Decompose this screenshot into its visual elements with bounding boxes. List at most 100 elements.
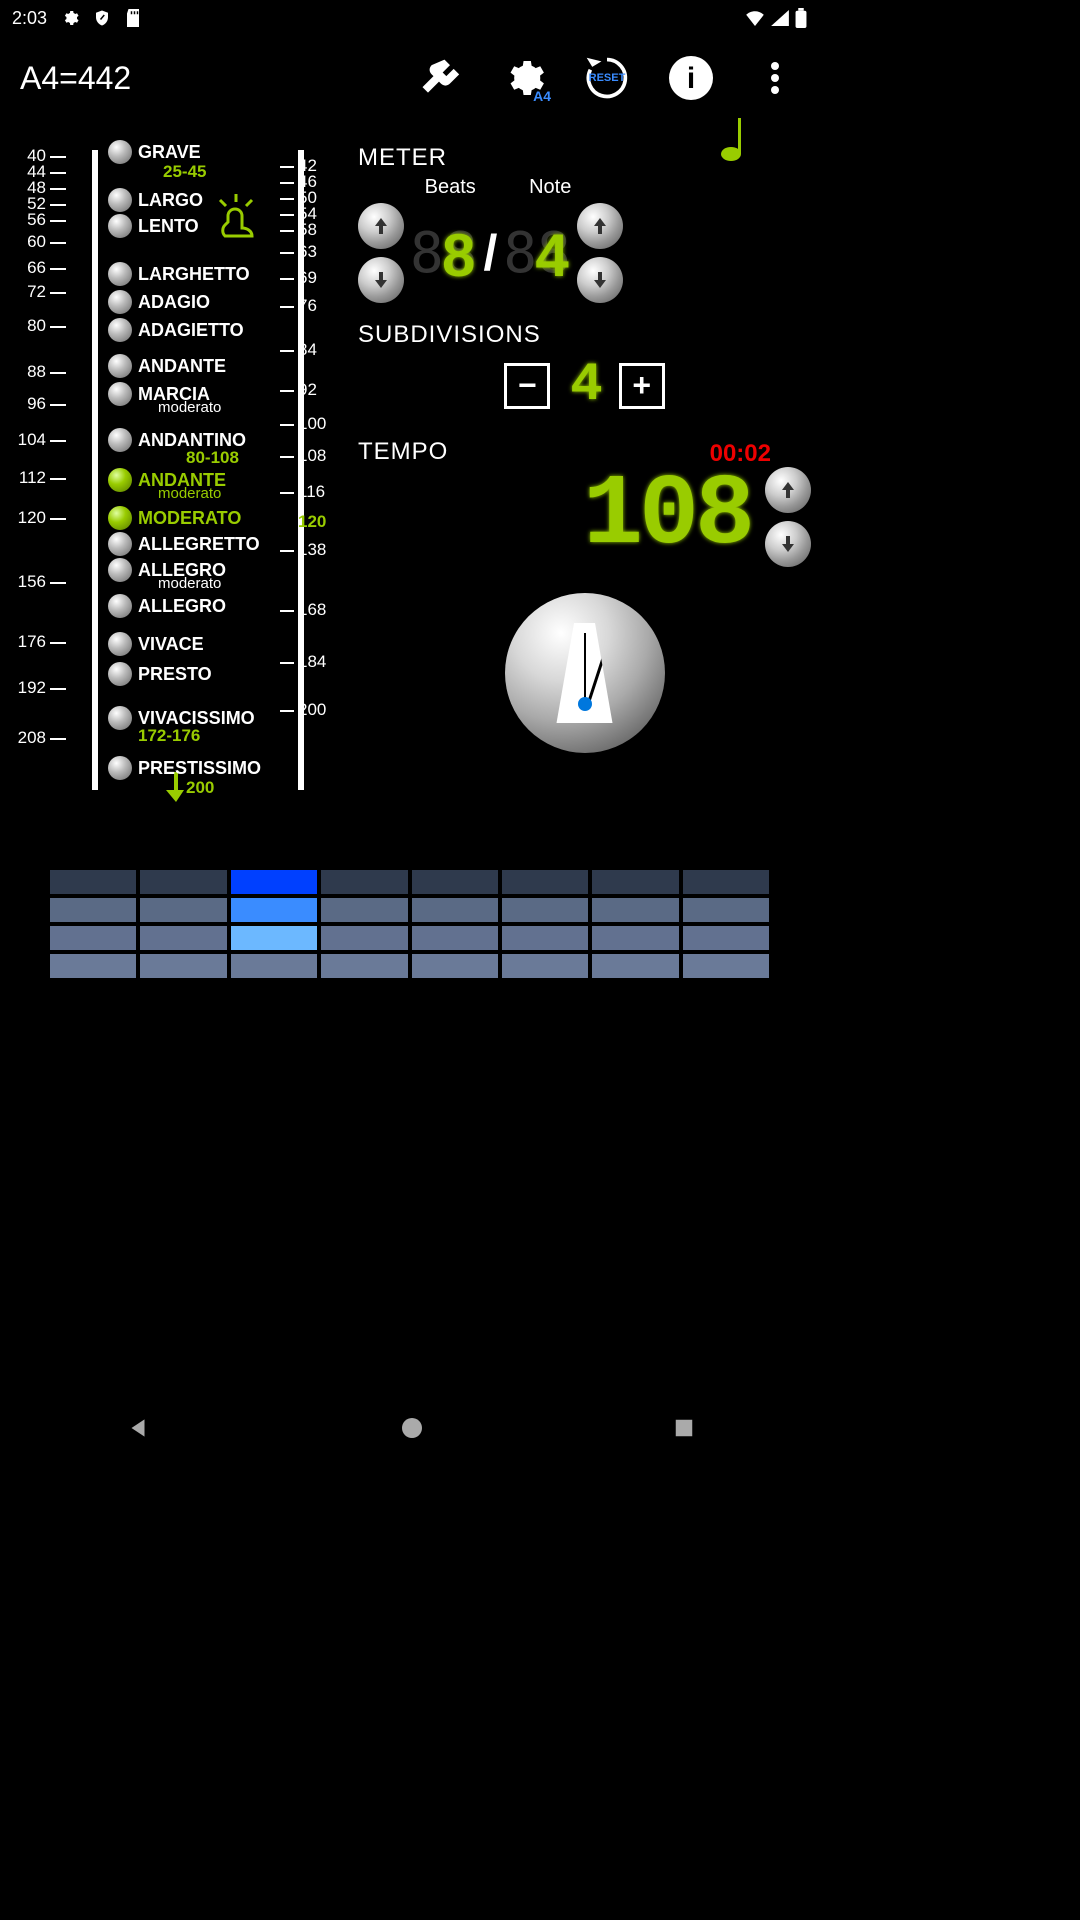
tempo-marking-larghetto[interactable]: LARGHETTO <box>108 262 250 286</box>
beat-cell[interactable] <box>321 926 407 950</box>
beat-cell[interactable] <box>231 870 317 894</box>
note-up-button[interactable] <box>577 203 623 249</box>
beat-cell[interactable] <box>50 898 136 922</box>
beat-cell[interactable] <box>502 954 588 978</box>
note-down-button[interactable] <box>577 257 623 303</box>
beat-cell[interactable] <box>412 898 498 922</box>
status-time: 2:03 <box>12 8 47 29</box>
tempo-label: ALLEGRO <box>138 596 226 617</box>
tempo-label: ALLEGRETTO <box>138 534 260 555</box>
beats-down-button[interactable] <box>358 257 404 303</box>
info-button[interactable]: i <box>667 54 715 102</box>
beat-cell[interactable] <box>502 898 588 922</box>
tempo-marking-largo[interactable]: LARGO <box>108 188 203 212</box>
tempo-down-button[interactable] <box>765 521 811 567</box>
beat-cell[interactable] <box>140 870 226 894</box>
recents-button[interactable] <box>673 1417 695 1439</box>
beat-cell[interactable] <box>50 926 136 950</box>
tempo-marking-allegro[interactable]: ALLEGRO <box>108 594 226 618</box>
tempo-pearl <box>108 382 132 406</box>
left-scale-tick: 156 <box>8 572 46 592</box>
metronome-dial[interactable] <box>505 593 665 753</box>
beat-cell[interactable] <box>683 954 769 978</box>
tempo-marking-adagio[interactable]: ADAGIO <box>108 290 210 314</box>
beat-cell[interactable] <box>321 870 407 894</box>
beat-cell[interactable] <box>683 898 769 922</box>
back-button[interactable] <box>125 1415 151 1441</box>
tempo-pearl <box>108 532 132 556</box>
tempo-marking-andante[interactable]: ANDANTE <box>108 354 226 378</box>
left-scale-tick: 88 <box>8 362 46 382</box>
beat-cell[interactable] <box>140 954 226 978</box>
subdivisions-plus-button[interactable]: + <box>619 363 665 409</box>
beat-cell[interactable] <box>592 954 678 978</box>
beat-cell[interactable] <box>502 926 588 950</box>
left-scale-tick: 80 <box>8 316 46 336</box>
tempo-pearl <box>108 662 132 686</box>
left-scale-tick: 60 <box>8 232 46 252</box>
tempo-up-button[interactable] <box>765 467 811 513</box>
beat-cell[interactable] <box>412 926 498 950</box>
beat-cell[interactable] <box>231 954 317 978</box>
tempo-sublabel: moderato <box>158 575 221 592</box>
main-content: 4044485256606672808896104112120156176192… <box>0 120 819 844</box>
tempo-marking-vivace[interactable]: VIVACE <box>108 632 204 656</box>
tempo-label: ADAGIETTO <box>138 320 244 341</box>
tuning-fork-icon[interactable] <box>415 54 463 102</box>
reset-button[interactable]: RESET <box>583 54 631 102</box>
subdivisions-minus-button[interactable]: − <box>504 363 550 409</box>
tempo-marking-moderato[interactable]: MODERATO <box>108 506 241 530</box>
right-scale-tick: 200 <box>298 700 326 720</box>
subdivisions-value: 4 <box>570 355 598 416</box>
tempo-label: MODERATO <box>138 508 241 529</box>
beats-label: Beats <box>425 176 476 199</box>
beat-pattern-grid[interactable] <box>50 870 769 978</box>
tempo-marking-allegretto[interactable]: ALLEGRETTO <box>108 532 260 556</box>
tempo-range-label: 25-45 <box>163 162 206 182</box>
beats-up-button[interactable] <box>358 203 404 249</box>
tempo-marking-grave[interactable]: GRAVE <box>108 140 201 164</box>
tempo-label: PRESTISSIMO <box>138 758 261 779</box>
beat-cell[interactable] <box>321 954 407 978</box>
note-icon <box>721 118 751 162</box>
beat-cell[interactable] <box>50 954 136 978</box>
beat-cell[interactable] <box>592 926 678 950</box>
beat-cell[interactable] <box>231 898 317 922</box>
tempo-marking-chart[interactable]: 4044485256606672808896104112120156176192… <box>8 132 348 832</box>
beat-cell[interactable] <box>683 870 769 894</box>
settings-icon <box>61 9 79 27</box>
tempo-marking-adagietto[interactable]: ADAGIETTO <box>108 318 244 342</box>
beat-cell[interactable] <box>412 954 498 978</box>
more-menu-icon[interactable] <box>751 54 799 102</box>
tempo-label: GRAVE <box>138 142 201 163</box>
left-scale-tick: 104 <box>8 430 46 450</box>
beat-cell[interactable] <box>321 898 407 922</box>
beat-cell[interactable] <box>502 870 588 894</box>
tempo-marking-presto[interactable]: PRESTO <box>108 662 212 686</box>
tempo-pearl <box>108 214 132 238</box>
beat-cell[interactable] <box>231 926 317 950</box>
beat-cell[interactable] <box>592 870 678 894</box>
beat-cell[interactable] <box>140 926 226 950</box>
tempo-pearl <box>108 506 132 530</box>
beat-cell[interactable] <box>140 898 226 922</box>
beat-cell[interactable] <box>592 898 678 922</box>
meter-section: METER Beats Note 88 8 / 88 4 <box>358 144 811 303</box>
a4-settings-icon[interactable]: A4 <box>499 54 547 102</box>
tempo-marking-prestissimo[interactable]: PRESTISSIMO <box>108 756 261 780</box>
tempo-marking-lento[interactable]: LENTO <box>108 214 199 238</box>
battery-icon <box>795 8 807 28</box>
beats-value: 8 <box>410 221 471 295</box>
tempo-range-label: 172-176 <box>138 726 200 746</box>
tempo-pearl <box>108 318 132 342</box>
tempo-label: PRESTO <box>138 664 212 685</box>
home-button[interactable] <box>400 1416 424 1440</box>
note-value: 4 <box>503 221 564 295</box>
tempo-pearl <box>108 354 132 378</box>
beat-cell[interactable] <box>683 926 769 950</box>
beat-cell[interactable] <box>412 870 498 894</box>
right-scale-tick: 138 <box>298 540 326 560</box>
left-scale-tick: 96 <box>8 394 46 414</box>
tempo-label: LARGHETTO <box>138 264 250 285</box>
beat-cell[interactable] <box>50 870 136 894</box>
